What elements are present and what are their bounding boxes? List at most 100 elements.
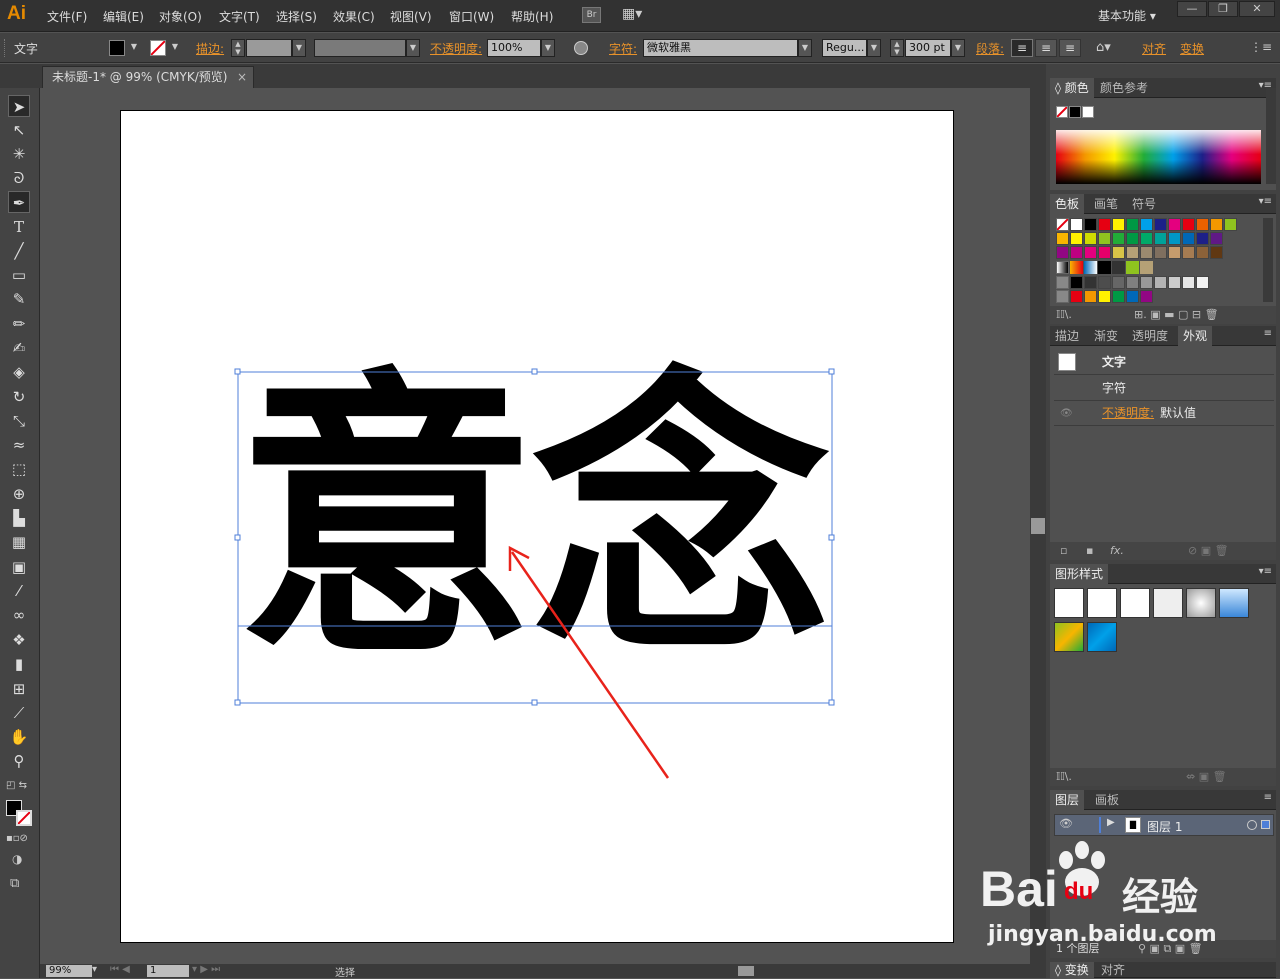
- color-swatch[interactable]: [1140, 246, 1153, 259]
- color-swatch[interactable]: [1084, 218, 1097, 231]
- pattern-swatch-green[interactable]: [1126, 261, 1139, 274]
- swatch-folder-icon[interactable]: [1056, 290, 1069, 303]
- color-swatch[interactable]: [1224, 218, 1237, 231]
- color-swatch[interactable]: [1098, 232, 1111, 245]
- color-swatch[interactable]: [1196, 218, 1209, 231]
- vertical-scrollbar[interactable]: [1030, 88, 1046, 964]
- envelope-warp-icon[interactable]: ⌂▾: [1096, 40, 1111, 55]
- color-swatch[interactable]: [1084, 232, 1097, 245]
- none-swatch[interactable]: [1056, 218, 1069, 231]
- align-center-icon[interactable]: ≡: [1035, 39, 1057, 57]
- color-swatch[interactable]: [1084, 290, 1097, 303]
- color-swatch[interactable]: [1126, 246, 1139, 259]
- add-fill-icon[interactable]: ▪: [1086, 542, 1093, 560]
- white-swatch[interactable]: [1082, 106, 1094, 118]
- gradient-swatch-blue[interactable]: [1084, 261, 1097, 274]
- color-swatch[interactable]: [1098, 218, 1111, 231]
- tab-color[interactable]: ◊ 颜色: [1050, 78, 1094, 98]
- swatch-folder-icon[interactable]: [1056, 276, 1069, 289]
- color-swatch[interactable]: [1196, 232, 1209, 245]
- color-swatch[interactable]: [1070, 218, 1083, 231]
- color-swatch[interactable]: [1168, 232, 1181, 245]
- color-swatch[interactable]: [1112, 290, 1125, 303]
- color-swatch[interactable]: [1210, 246, 1223, 259]
- opacity-link[interactable]: 不透明度:: [1102, 401, 1154, 426]
- color-swatch[interactable]: [1182, 246, 1195, 259]
- color-swatch[interactable]: [1140, 276, 1153, 289]
- color-swatch[interactable]: [1126, 276, 1139, 289]
- panel-menu-icon[interactable]: ▾≡: [1259, 196, 1272, 207]
- tab-graphic-styles[interactable]: 图形样式: [1050, 564, 1109, 584]
- color-swatch[interactable]: [1070, 246, 1083, 259]
- layer-name[interactable]: 图层 1: [1147, 818, 1182, 835]
- color-swatch[interactable]: [1112, 218, 1125, 231]
- color-swatch[interactable]: [1070, 276, 1083, 289]
- color-swatch[interactable]: [1126, 232, 1139, 245]
- panel-menu-icon[interactable]: ▾≡: [1259, 566, 1272, 577]
- tab-stroke[interactable]: 描边: [1050, 326, 1084, 346]
- color-swatch[interactable]: [1140, 232, 1153, 245]
- color-swatch[interactable]: [1084, 246, 1097, 259]
- next-artboard-icons[interactable]: ▾ ▶ ⏭: [192, 964, 220, 975]
- pattern-swatch-tan[interactable]: [1140, 261, 1153, 274]
- hscroll-thumb[interactable]: [738, 966, 754, 976]
- color-swatch[interactable]: [1140, 290, 1153, 303]
- show-kinds-icon[interactable]: ⊞. ▣ ▬ ▢ ⊟ 🗑: [1134, 306, 1219, 324]
- panel-menu-icon[interactable]: ⋮≡: [1250, 40, 1272, 54]
- panel-menu-icon[interactable]: ≡: [1264, 328, 1272, 339]
- workspace-switcher[interactable]: 基本功能 ▾: [1098, 7, 1156, 24]
- transform-link[interactable]: 变换: [1180, 40, 1204, 57]
- color-swatch[interactable]: [1112, 246, 1125, 259]
- tab-transparency[interactable]: 透明度: [1127, 326, 1173, 346]
- align-right-icon[interactable]: ≡: [1059, 39, 1081, 57]
- tab-layers[interactable]: 图层: [1050, 790, 1085, 810]
- eye-icon[interactable]: 👁: [1060, 401, 1073, 426]
- color-swatch[interactable]: [1098, 276, 1111, 289]
- swatch-libraries-icon[interactable]: 𝕀𝕀\.: [1056, 306, 1072, 324]
- chevron-down-icon[interactable]: ▾: [92, 964, 97, 975]
- tab-color-guide[interactable]: 颜色参考: [1095, 78, 1153, 98]
- graphic-style-blue[interactable]: [1219, 588, 1249, 618]
- color-swatch[interactable]: [1098, 290, 1111, 303]
- style-actions-icons[interactable]: ⇎ ▣ 🗑: [1186, 768, 1227, 786]
- scroll-thumb[interactable]: [1031, 518, 1045, 534]
- gradient-swatch[interactable]: [1056, 261, 1069, 274]
- pattern-swatch[interactable]: [1112, 261, 1125, 274]
- swatches-scrollbar[interactable]: [1263, 218, 1273, 302]
- none-swatch[interactable]: [1056, 106, 1068, 118]
- status-mode[interactable]: 选择: [335, 964, 355, 979]
- graphic-style-white[interactable]: [1120, 588, 1150, 618]
- color-swatch[interactable]: [1056, 246, 1069, 259]
- color-swatch[interactable]: [1210, 218, 1223, 231]
- color-swatch[interactable]: [1140, 218, 1153, 231]
- tab-brushes[interactable]: 画笔: [1089, 194, 1123, 214]
- color-swatch[interactable]: [1154, 232, 1167, 245]
- tab-appearance[interactable]: 外观: [1178, 326, 1213, 346]
- color-swatch[interactable]: [1182, 232, 1195, 245]
- graphic-style-stroke[interactable]: [1153, 588, 1183, 618]
- selection-indicator[interactable]: [1261, 820, 1270, 829]
- graphic-style-blue-pattern[interactable]: [1087, 622, 1117, 652]
- appearance-row-opacity[interactable]: 👁 不透明度: 默认值: [1054, 401, 1274, 426]
- gradient-swatch-orange[interactable]: [1070, 261, 1083, 274]
- tab-artboards[interactable]: 画板: [1090, 790, 1124, 810]
- close-button[interactable]: ✕: [1239, 1, 1275, 17]
- color-swatch[interactable]: [1168, 276, 1181, 289]
- color-swatch[interactable]: [1084, 276, 1097, 289]
- color-swatch[interactable]: [1126, 218, 1139, 231]
- zoom-field[interactable]: 99%: [46, 965, 92, 977]
- eye-icon[interactable]: 👁: [1059, 817, 1073, 830]
- color-swatch[interactable]: [1070, 290, 1083, 303]
- color-swatch[interactable]: [1154, 246, 1167, 259]
- panel-menu-icon[interactable]: ≡: [1264, 792, 1272, 803]
- color-swatch[interactable]: [1112, 232, 1125, 245]
- color-swatch[interactable]: [1056, 232, 1069, 245]
- layer-row[interactable]: 👁 ▶ ▇ 图层 1: [1054, 814, 1274, 836]
- color-swatch[interactable]: [1154, 218, 1167, 231]
- style-libraries-icon[interactable]: 𝕀𝕀\.: [1056, 768, 1072, 786]
- color-swatch[interactable]: [1126, 290, 1139, 303]
- align-link[interactable]: 对齐: [1142, 40, 1166, 57]
- color-swatch[interactable]: [1182, 276, 1195, 289]
- graphic-style-none[interactable]: [1087, 588, 1117, 618]
- graphic-style-green[interactable]: [1054, 622, 1084, 652]
